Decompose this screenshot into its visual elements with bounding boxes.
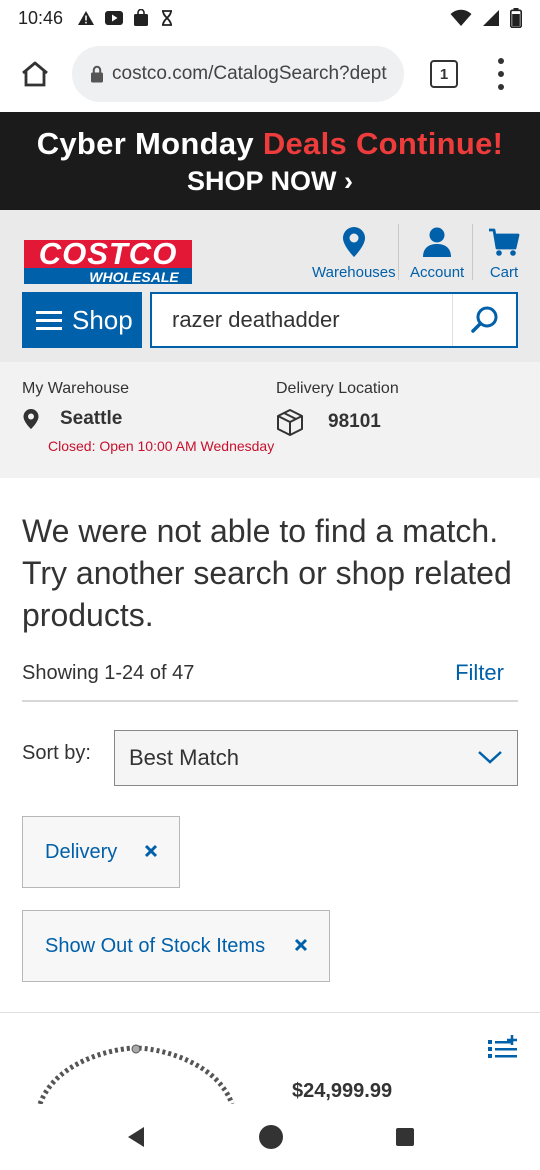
chip-label: Show Out of Stock Items (45, 934, 266, 957)
signal-icon (483, 10, 499, 26)
banner-headline: Cyber Monday Deals Continue! (0, 126, 540, 162)
search-input[interactable] (152, 307, 452, 333)
recents-icon[interactable] (394, 1126, 416, 1148)
warehouse-name: Seattle (60, 408, 123, 429)
home-circle-icon[interactable] (256, 1122, 286, 1152)
back-icon[interactable] (124, 1125, 148, 1149)
wifi-icon (450, 9, 472, 26)
divider (0, 1012, 540, 1013)
sync-icon (162, 10, 173, 26)
account-icon (423, 227, 452, 257)
account-link[interactable]: Account (410, 226, 464, 281)
filter-chip-out-of-stock[interactable]: Show Out of Stock Items (22, 910, 330, 982)
banner-cta: SHOP NOW › (186, 166, 353, 196)
cart-label: Cart (489, 264, 519, 281)
search-icon (470, 306, 497, 333)
header-divider (398, 224, 399, 280)
costco-logo[interactable]: COSTCO WHOLESALE (22, 228, 194, 284)
search-box (150, 292, 518, 348)
site-header: COSTCO WHOLESALE Warehouses Account Cart… (0, 210, 540, 362)
filter-chip-delivery[interactable]: Delivery (22, 816, 180, 888)
home-icon (22, 61, 48, 87)
svg-text:COSTCO: COSTCO (39, 236, 178, 271)
warehouse-value: Seattle (22, 408, 274, 430)
header-divider (472, 224, 473, 280)
map-pin-icon (342, 227, 365, 257)
system-nav-bar (0, 1104, 540, 1170)
location-bar: My Warehouse Seattle Closed: Open 10:00 … (0, 362, 540, 478)
shop-label: Shop (72, 304, 133, 335)
shopping-bag-icon (134, 9, 149, 26)
close-icon[interactable] (293, 937, 309, 953)
no-match-message: We were not able to find a match. Try an… (22, 513, 512, 633)
svg-text:WHOLESALE: WHOLESALE (89, 269, 179, 284)
tab-switcher-button[interactable]: 1 (430, 60, 458, 88)
delivery-zip: 98101 (328, 411, 381, 432)
delivery-value: 98101 (276, 408, 399, 436)
chevron-down-icon (478, 751, 502, 764)
warehouses-link[interactable]: Warehouses (312, 226, 396, 281)
hamburger-icon (36, 310, 62, 330)
battery-icon (510, 8, 522, 28)
list-view-icon[interactable] (486, 1034, 520, 1060)
search-button[interactable] (452, 294, 516, 346)
banner-headline-red: Deals Continue! (262, 126, 504, 161)
cart-icon (489, 228, 520, 256)
sort-select[interactable]: Best Match (114, 730, 518, 786)
results-count: Showing 1-24 of 47 (22, 662, 195, 684)
sort-label: Sort by: (22, 742, 91, 764)
package-icon (277, 409, 303, 436)
menu-dot (498, 84, 504, 91)
warehouse-caption: My Warehouse (22, 380, 129, 397)
lock-icon (91, 65, 103, 83)
youtube-icon (105, 11, 124, 25)
promo-banner[interactable]: Cyber Monday Deals Continue! SHOP NOW › (0, 112, 540, 210)
product-image[interactable] (36, 1040, 236, 1104)
address-bar[interactable]: costco.com/CatalogSearch?dept (72, 46, 404, 102)
product-price: $24,999.99 (292, 1080, 393, 1102)
filter-button[interactable]: Filter (455, 660, 504, 686)
cart-link[interactable]: Cart (488, 226, 520, 281)
banner-headline-white: Cyber Monday (36, 126, 263, 161)
browser-toolbar: costco.com/CatalogSearch?dept 1 (0, 36, 540, 112)
chip-label: Delivery (45, 840, 118, 863)
tab-count: 1 (439, 65, 449, 83)
url-text: costco.com/CatalogSearch?dept (112, 63, 387, 84)
delivery-caption: Delivery Location (276, 380, 399, 397)
menu-dot (498, 70, 504, 77)
warehouse-status: Closed: Open 10:00 AM Wednesday (48, 438, 275, 454)
location-pin-icon (23, 409, 39, 429)
account-label: Account (410, 264, 465, 281)
delivery-location[interactable]: Delivery Location 98101 (276, 380, 399, 436)
status-bar: 10:46 (0, 0, 540, 36)
warning-icon (78, 11, 95, 25)
shop-menu-button[interactable]: Shop (22, 292, 142, 348)
sort-value: Best Match (129, 745, 240, 770)
menu-dot (498, 57, 504, 64)
divider (22, 700, 518, 702)
status-time: 10:46 (18, 7, 64, 28)
my-warehouse[interactable]: My Warehouse Seattle Closed: Open 10:00 … (22, 380, 274, 454)
close-icon[interactable] (143, 843, 159, 859)
warehouses-label: Warehouses (312, 264, 396, 281)
browser-menu-button[interactable] (486, 54, 516, 94)
home-button[interactable] (8, 47, 62, 101)
